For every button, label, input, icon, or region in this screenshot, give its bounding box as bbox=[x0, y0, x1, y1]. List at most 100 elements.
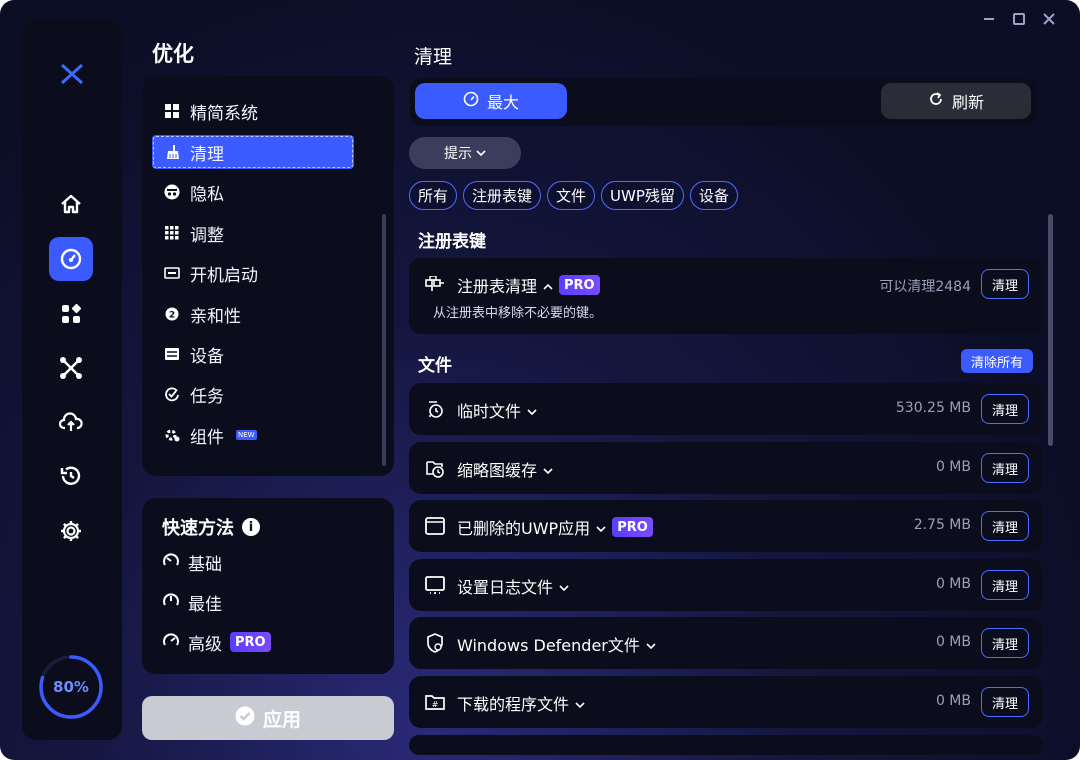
row-name-text: 注册表清理 bbox=[457, 277, 538, 296]
window-controls bbox=[980, 10, 1058, 28]
pro-badge: PRO bbox=[612, 517, 653, 537]
clean-button[interactable]: 清理 bbox=[981, 269, 1029, 299]
row-name-text: 设置日志文件 bbox=[457, 578, 554, 597]
app-window: 80% 优化 精简系统 清理 隐私 调整 开机启动 2 亲和性 设备 任务 组件… bbox=[0, 0, 1080, 760]
menu-item-label: 隐私 bbox=[190, 184, 224, 205]
clean-button[interactable]: 清理 bbox=[981, 394, 1029, 424]
apps-icon[interactable] bbox=[49, 292, 93, 336]
files-section-title: 文件 bbox=[418, 356, 452, 376]
file-row-name: 缩略图缓存 bbox=[457, 457, 553, 481]
tools-icon[interactable] bbox=[49, 346, 93, 390]
refresh-button[interactable]: 刷新 bbox=[881, 83, 1031, 119]
file-size: 0 MB bbox=[935, 576, 971, 592]
close-icon[interactable] bbox=[1040, 10, 1058, 28]
chevron-down-icon[interactable] bbox=[646, 635, 656, 654]
filter-chips: 所有 注册表键 文件 UWP残留 设备 bbox=[409, 181, 738, 210]
clean-button[interactable]: 清理 bbox=[981, 453, 1029, 483]
file-row-deleted-uwp[interactable]: 已删除的UWP应用 PRO 2.75 MB 清理 bbox=[409, 500, 1043, 552]
menu-item-label: 组件 bbox=[190, 427, 224, 448]
gear-icon[interactable] bbox=[49, 509, 93, 553]
chevron-down-icon[interactable] bbox=[575, 694, 585, 713]
optimization-progress-ring: 80% bbox=[38, 654, 104, 720]
filter-files[interactable]: 文件 bbox=[547, 181, 596, 210]
registry-section-title: 注册表键 bbox=[418, 232, 486, 252]
apply-button[interactable]: 应用 bbox=[142, 696, 394, 740]
home-icon[interactable] bbox=[49, 182, 93, 226]
row-name-text: Windows Defender文件 bbox=[457, 636, 640, 655]
file-row-name: 设置日志文件 bbox=[457, 574, 569, 598]
file-size: 530.25 MB bbox=[895, 400, 971, 416]
menu-item-slim-system[interactable]: 精简系统 bbox=[152, 94, 354, 128]
device-icon bbox=[164, 346, 180, 362]
file-row-defender[interactable]: Windows Defender文件 0 MB 清理 bbox=[409, 617, 1043, 669]
file-row-setup-logs[interactable]: 设置日志文件 0 MB 清理 bbox=[409, 559, 1043, 611]
minimize-icon[interactable] bbox=[980, 10, 998, 28]
filter-devices[interactable]: 设备 bbox=[689, 181, 738, 210]
filter-registry[interactable]: 注册表键 bbox=[463, 181, 542, 210]
menu-item-startup[interactable]: 开机启动 bbox=[152, 256, 354, 290]
menu-item-tasks[interactable]: 任务 bbox=[152, 377, 354, 411]
quick-item-basic[interactable]: 基础 bbox=[162, 548, 222, 576]
row-name-text: 下载的程序文件 bbox=[457, 695, 570, 714]
filter-all[interactable]: 所有 bbox=[409, 181, 458, 210]
file-row-thumbnail-cache[interactable]: 缩略图缓存 0 MB 清理 bbox=[409, 442, 1043, 494]
apply-label: 应用 bbox=[262, 708, 301, 731]
menu-item-privacy[interactable]: 隐私 bbox=[152, 175, 354, 209]
file-size: 2.75 MB bbox=[913, 517, 971, 533]
temp-file-icon bbox=[425, 399, 445, 419]
cloud-upload-icon[interactable] bbox=[49, 400, 93, 444]
filter-uwp[interactable]: UWP残留 bbox=[601, 181, 684, 210]
file-row-downloaded-programs[interactable]: # 下载的程序文件 0 MB 清理 bbox=[409, 676, 1043, 728]
file-row-temp[interactable]: 临时文件 530.25 MB 清理 bbox=[409, 383, 1043, 435]
registry-clean-description: 从注册表中移除不必要的键。 bbox=[433, 306, 603, 321]
chevron-up-icon[interactable] bbox=[543, 276, 553, 295]
menu-item-affinity[interactable]: 2 亲和性 bbox=[152, 297, 354, 331]
row-name-text: 缩略图缓存 bbox=[457, 461, 538, 480]
optimize-menu: 精简系统 清理 隐私 调整 开机启动 2 亲和性 设备 任务 组件 NEW bbox=[142, 76, 394, 476]
clean-button[interactable]: 清理 bbox=[981, 570, 1029, 600]
registry-clean-name: 注册表清理 PRO bbox=[457, 273, 600, 297]
maximize-icon[interactable] bbox=[1010, 10, 1028, 28]
menu-item-tweaks[interactable]: 调整 bbox=[152, 216, 354, 250]
grid-icon bbox=[164, 225, 180, 241]
gauge-icon[interactable] bbox=[49, 237, 93, 281]
file-size: 0 MB bbox=[935, 693, 971, 709]
clean-button[interactable]: 清理 bbox=[981, 687, 1029, 717]
content-scrollbar[interactable] bbox=[1048, 214, 1053, 446]
quick-item-advanced[interactable]: 高级 PRO bbox=[162, 628, 271, 656]
svg-text:2: 2 bbox=[169, 311, 175, 321]
clear-all-button[interactable]: 清除所有 bbox=[961, 349, 1033, 373]
chevron-down-icon[interactable] bbox=[596, 518, 606, 537]
refresh-icon bbox=[928, 91, 944, 111]
uwp-app-icon bbox=[425, 516, 445, 536]
chevron-down-icon[interactable] bbox=[559, 577, 569, 596]
hint-dropdown[interactable]: 提示 bbox=[409, 137, 521, 169]
quick-methods-title: 快速方法 i bbox=[162, 514, 260, 540]
menu-item-components[interactable]: 组件 NEW bbox=[152, 418, 354, 452]
quick-methods-title-text: 快速方法 bbox=[162, 518, 234, 539]
quick-item-label: 基础 bbox=[188, 554, 222, 575]
svg-text:#: # bbox=[432, 700, 439, 709]
registry-clean-row[interactable]: 注册表清理 PRO 从注册表中移除不必要的键。 可以清理2484 清理 bbox=[409, 258, 1043, 334]
chevron-down-icon[interactable] bbox=[543, 460, 553, 479]
quick-item-best[interactable]: 最佳 bbox=[162, 588, 222, 616]
broom-icon bbox=[164, 144, 180, 160]
chevron-down-icon[interactable] bbox=[527, 401, 537, 420]
file-row-name: 已删除的UWP应用 PRO bbox=[457, 515, 653, 539]
clean-button[interactable]: 清理 bbox=[981, 511, 1029, 541]
menu-scrollbar[interactable] bbox=[382, 214, 386, 466]
menu-item-devices[interactable]: 设备 bbox=[152, 337, 354, 371]
icon-rail: 80% bbox=[22, 20, 122, 740]
history-icon[interactable] bbox=[49, 454, 93, 498]
max-mode-button[interactable]: 最大 bbox=[415, 83, 567, 119]
chevron-down-icon bbox=[476, 145, 486, 161]
file-row-name: Windows Defender文件 bbox=[457, 632, 656, 656]
component-icon bbox=[164, 427, 180, 443]
info-icon[interactable]: i bbox=[242, 518, 260, 536]
clean-button[interactable]: 清理 bbox=[981, 628, 1029, 658]
menu-item-clean[interactable]: 清理 bbox=[152, 135, 354, 169]
row-name-text: 临时文件 bbox=[457, 402, 522, 421]
file-size: 0 MB bbox=[935, 634, 971, 650]
quick-item-label: 最佳 bbox=[188, 594, 222, 615]
registry-icon bbox=[425, 274, 445, 294]
